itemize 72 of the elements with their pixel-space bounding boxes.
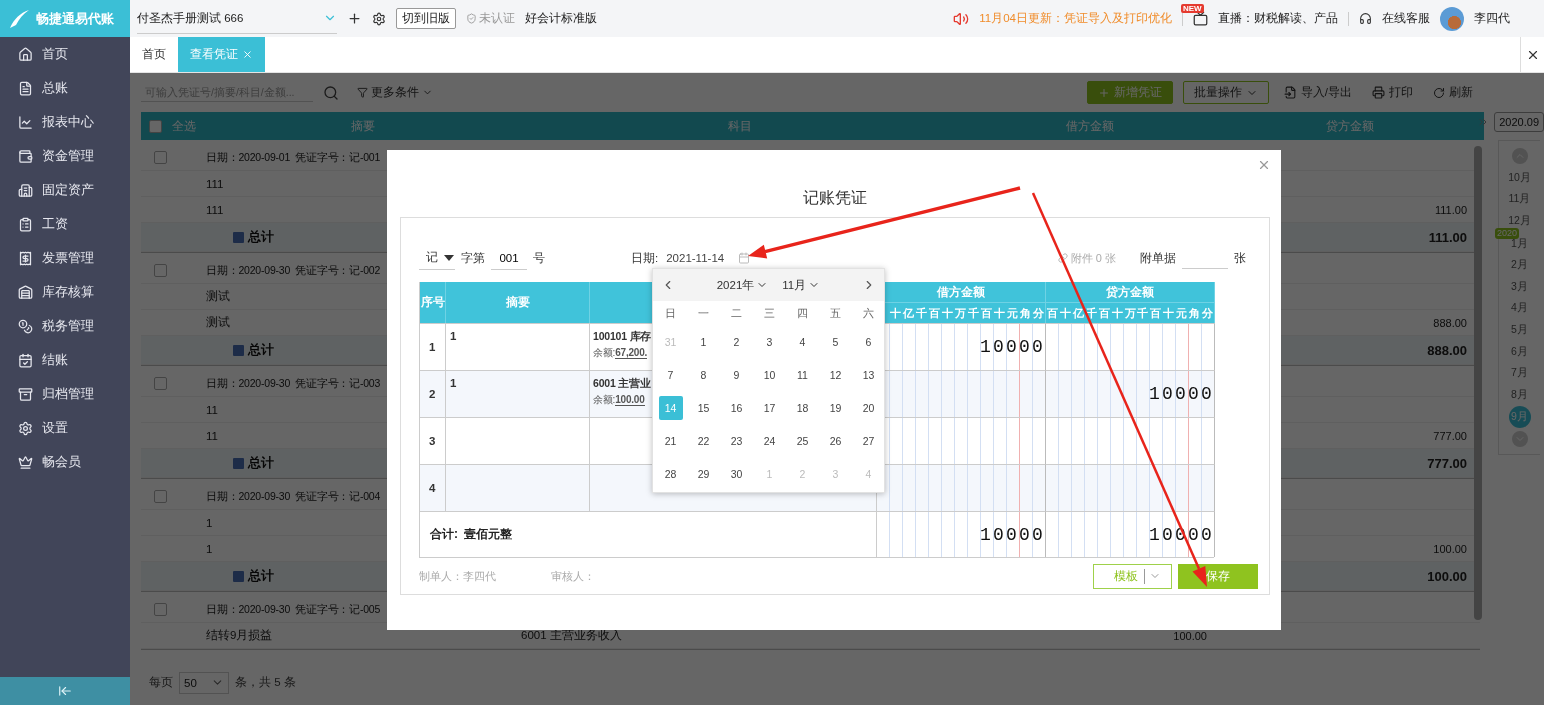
number-suffix: 号 — [533, 250, 545, 266]
total-label: 总计 — [248, 228, 274, 246]
weekday-label: 五 — [829, 305, 842, 321]
row-number: 1 — [420, 323, 446, 371]
summary-text: 11 — [205, 429, 218, 442]
weekday-label: 一 — [697, 305, 710, 321]
total-label: 总计 — [248, 454, 274, 472]
summary-text: 1 — [205, 542, 213, 555]
subject-text: 100101 库存 — [593, 330, 652, 345]
credit-amount: 100.00 — [1433, 542, 1467, 555]
word-label: 字第 — [461, 250, 485, 266]
total-credit-amount: 100.00 — [1427, 568, 1467, 584]
credit-amount: 777.00 — [1433, 429, 1467, 442]
weekday-label: 三 — [763, 305, 776, 321]
balance-text: 余额:67,200. — [593, 346, 648, 361]
certification-status: 未认证 — [479, 11, 515, 26]
summary-text: 111 — [205, 203, 224, 216]
weekday-label: 日 — [664, 305, 677, 321]
weekday-label: 四 — [796, 305, 809, 321]
maker-label: 制单人：李四代 — [419, 568, 496, 584]
total-label: 总计 — [248, 567, 274, 585]
total-label: 合计: — [430, 526, 458, 544]
weekday-label: 二 — [730, 305, 743, 321]
year-badge: 2020 — [1495, 227, 1520, 239]
summary-text: 11 — [205, 403, 218, 416]
per-page-label: 每页 — [149, 675, 173, 690]
new-badge: NEW — [1181, 4, 1204, 13]
logo-text: 畅捷通易代账 — [36, 9, 114, 28]
voucher-date: 日期：2020-09-01 — [206, 150, 291, 165]
total-credit-amount: 777.00 — [1427, 455, 1467, 471]
dialog-title: 记账凭证 — [802, 188, 868, 208]
row-number: 4 — [420, 464, 446, 512]
user-name: 李四代 — [1474, 11, 1510, 26]
voucher-date: 日期：2020-09-30 — [206, 376, 291, 391]
credit-amount: 888.00 — [1433, 316, 1467, 329]
column-header: 摘要 — [349, 117, 376, 135]
summary-text: 111 — [205, 177, 224, 190]
debit-amount: 10000 — [980, 337, 1045, 358]
column-header: 借方金额 — [1065, 117, 1115, 135]
summary-text: 1 — [450, 377, 458, 390]
receipts-unit: 张 — [1234, 250, 1246, 266]
column-header: 摘要 — [446, 282, 590, 324]
subject-text: 6001 主营业 — [593, 377, 651, 392]
weekday-label: 六 — [862, 305, 875, 321]
date-label: 日期: — [631, 250, 659, 266]
summary-text: 测试 — [205, 290, 230, 302]
credit-amount: 10000 — [1149, 384, 1214, 405]
voucher-date: 日期：2020-09-30 — [206, 263, 291, 278]
balance-text: 余额:100.00 — [593, 393, 645, 408]
row-number: 2 — [420, 370, 446, 418]
reviewer-label: 审核人： — [551, 568, 595, 584]
total-debit-amount: 10000 — [980, 524, 1045, 545]
receipts-label: 附单据 — [1140, 250, 1176, 266]
column-header: 科目 — [727, 117, 753, 135]
total-credit-amount: 888.00 — [1427, 342, 1467, 358]
total-credit-amount: 111.00 — [1428, 229, 1467, 245]
summary-text: 结转9月损益 — [205, 629, 273, 641]
record-count: 条，共 5 条 — [235, 675, 296, 690]
total-label: 总计 — [248, 341, 274, 359]
voucher-date: 日期：2020-09-30 — [206, 489, 291, 504]
column-header: 贷方金额 — [1325, 117, 1375, 135]
summary-text: 1 — [205, 516, 213, 529]
summary-text: 1 — [450, 330, 458, 343]
edition-label: 好会计标准版 — [525, 11, 597, 26]
column-header: 贷方金额 — [1046, 282, 1215, 303]
credit-amount: 111.00 — [1435, 203, 1467, 216]
total-in-words: 壹佰元整 — [464, 526, 512, 544]
column-header: 序号 — [420, 282, 446, 324]
summary-text: 测试 — [205, 316, 230, 328]
debit-amount: 100.00 — [1173, 629, 1207, 642]
row-number: 3 — [420, 417, 446, 465]
voucher-date: 日期：2020-09-30 — [206, 602, 291, 617]
